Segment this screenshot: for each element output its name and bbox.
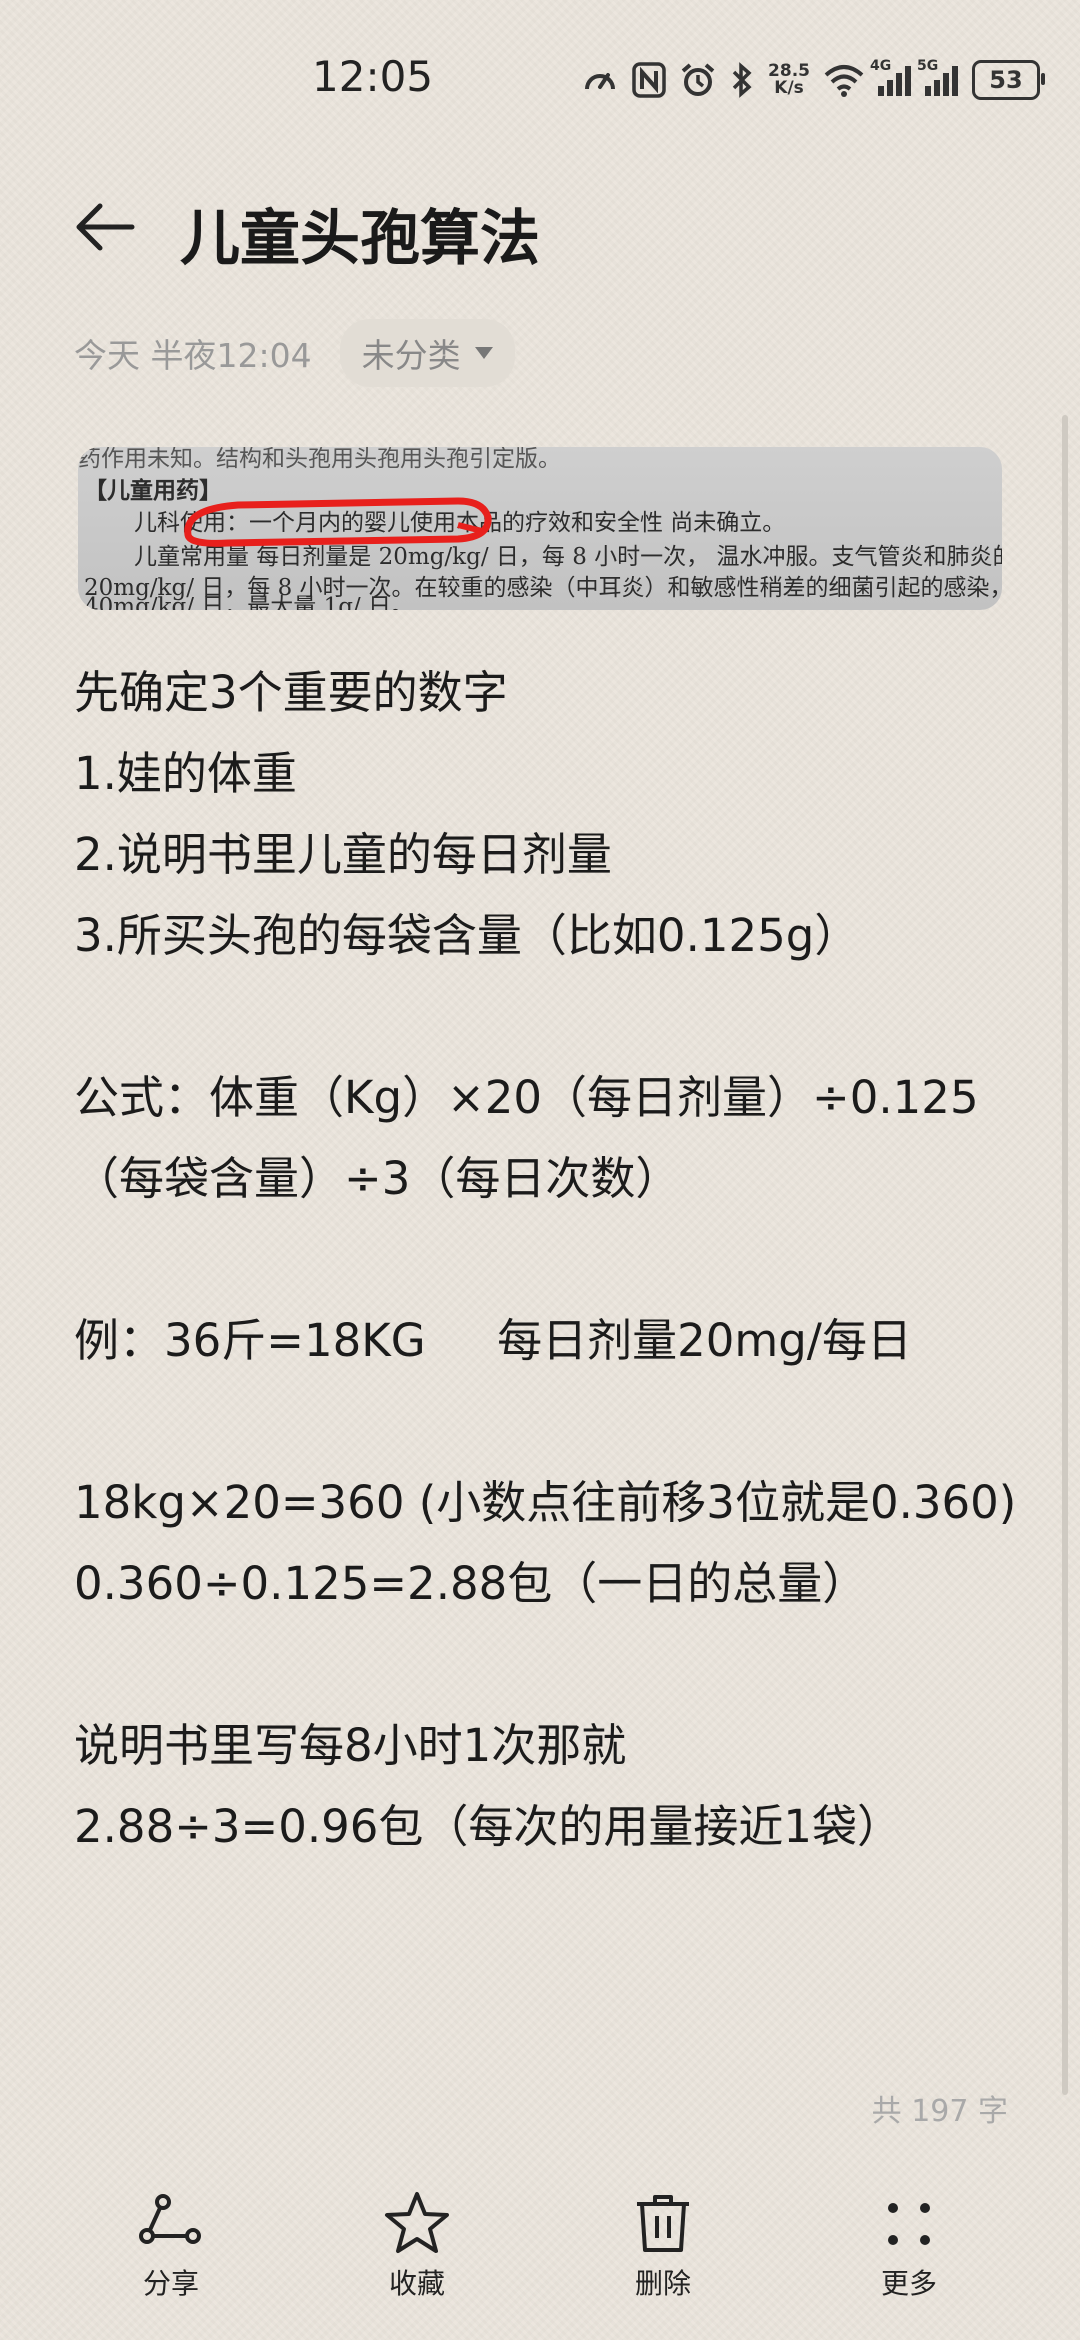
word-count: 共 197 字 [871, 2094, 1008, 2129]
note-line: 2.说明书里儿童的每日剂量 [74, 828, 612, 881]
scrollbar[interactable] [1062, 415, 1068, 2095]
signal-icon: 4G [870, 58, 911, 96]
more-dots-icon [888, 2203, 930, 2245]
red-annotation-circle [184, 497, 492, 547]
sig2-label: 5G [917, 58, 939, 74]
nfc-icon [632, 62, 666, 98]
note-line: 3.所买头孢的每袋含量（比如0.125g） [74, 909, 860, 962]
trash-icon [637, 2195, 689, 2252]
bottom-toolbar: 分享 收藏 删除 更多 [0, 2190, 1080, 2320]
star-icon [385, 2192, 449, 2253]
page-title: 儿童头孢算法 [180, 204, 540, 274]
favorite-button[interactable]: 收藏 [352, 2190, 482, 2320]
more-label: 更多 [880, 2267, 937, 2300]
header: 儿童头孢算法 [0, 170, 1080, 280]
sig1-label: 4G [870, 58, 892, 74]
signal-icon: 5G [917, 58, 958, 96]
note-line: 先确定3个重要的数字 [74, 666, 508, 719]
wifi-icon [824, 65, 864, 97]
category-label: 未分类 [361, 336, 461, 375]
note-line: 说明书里写每8小时1次那就 [74, 1719, 627, 1772]
share-button[interactable]: 分享 [106, 2190, 236, 2320]
note-body[interactable]: 先确定3个重要的数字 1.娃的体重 2.说明书里儿童的每日剂量 3.所买头孢的每… [74, 652, 1024, 1867]
delete-label: 删除 [634, 2267, 691, 2300]
more-button[interactable]: 更多 [844, 2190, 974, 2320]
note-date: 今天 半夜12:04 [74, 336, 312, 375]
attached-photo[interactable]: 药作用未知。结构和头孢用头孢用头孢引定版。 【儿童用药】 儿科使用：一个月内的婴… [78, 447, 1002, 610]
category-dropdown[interactable]: 未分类 [339, 319, 515, 387]
bluetooth-icon [732, 62, 752, 98]
net-speed-unit: K/s [774, 78, 804, 98]
status-icons: 28.5 K/s 4G 5G 53 [582, 56, 1045, 104]
caret-down-icon [474, 347, 493, 359]
share-label: 分享 [142, 2267, 199, 2300]
net-speed: 28.5 K/s [768, 63, 810, 97]
status-bar: 12:05 28.5 K/s 4G 5G 53 [0, 0, 1080, 160]
note-line: 公式：体重（Kg）×20（每日剂量）÷0.125 [74, 1071, 979, 1124]
arrow-left-icon[interactable] [70, 192, 140, 262]
speed-icon [585, 73, 616, 90]
note-line: 18kg×20=360 (小数点往前移3位就是0.360) [74, 1476, 1017, 1529]
battery-icon: 53 [972, 60, 1045, 100]
note-meta: 今天 半夜12:04 未分类 [74, 319, 515, 387]
note-line: 2.88÷3=0.96包（每次的用量接近1袋） [74, 1800, 903, 1853]
favorite-label: 收藏 [388, 2267, 445, 2300]
battery-level: 53 [989, 66, 1023, 94]
note-line: 1.娃的体重 [74, 747, 297, 800]
share-icon [139, 2194, 201, 2244]
note-line: （每袋含量）÷3（每日次数） [74, 1152, 681, 1205]
alarm-icon [681, 63, 715, 96]
note-line: 例：36斤=18KG 每日剂量20mg/每日 [74, 1314, 912, 1367]
delete-button[interactable]: 删除 [598, 2190, 728, 2320]
status-time: 12:05 [312, 52, 434, 101]
note-line: 0.360÷0.125=2.88包（一日的总量） [74, 1557, 868, 1610]
